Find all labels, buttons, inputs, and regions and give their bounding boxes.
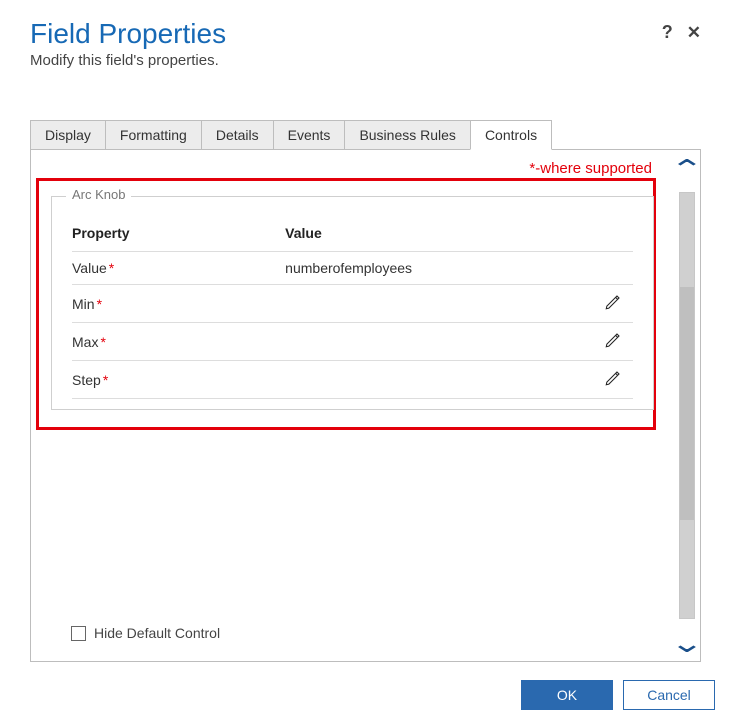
prop-label: Min bbox=[72, 296, 95, 312]
scroll-thumb[interactable] bbox=[680, 287, 694, 521]
title-block: Field Properties Modify this field's pro… bbox=[30, 18, 226, 69]
tab-events[interactable]: Events bbox=[273, 120, 346, 150]
prop-label: Value bbox=[72, 260, 107, 276]
required-marker: * bbox=[109, 260, 114, 276]
prop-label: Step bbox=[72, 372, 101, 388]
scrollbar[interactable]: ⌃ ⌃ bbox=[674, 150, 700, 661]
header-value: Value bbox=[285, 225, 593, 241]
arc-knob-groupbox: Arc Knob Property Value Value* numberofe… bbox=[51, 196, 654, 410]
header-actions: ? ✕ bbox=[662, 18, 701, 43]
edit-step-button[interactable] bbox=[593, 369, 633, 390]
dialog-subtitle: Modify this field's properties. bbox=[30, 52, 226, 69]
scroll-track[interactable] bbox=[679, 192, 695, 619]
hide-default-label: Hide Default Control bbox=[94, 625, 220, 641]
edit-max-button[interactable] bbox=[593, 331, 633, 352]
required-marker: * bbox=[100, 334, 105, 350]
group-label: Arc Knob bbox=[66, 187, 131, 202]
pencil-icon bbox=[604, 369, 622, 390]
prop-name-cell: Min* bbox=[72, 296, 285, 312]
close-icon[interactable]: ✕ bbox=[687, 23, 701, 43]
dialog-footer: OK Cancel bbox=[521, 680, 715, 710]
required-marker: * bbox=[103, 372, 108, 388]
prop-label: Max bbox=[72, 334, 98, 350]
property-table-header: Property Value bbox=[72, 219, 633, 251]
pencil-icon bbox=[604, 331, 622, 352]
scroll-down-icon[interactable]: ⌃ bbox=[670, 629, 705, 655]
table-row: Step* bbox=[72, 360, 633, 399]
tab-display[interactable]: Display bbox=[30, 120, 106, 150]
tab-business-rules[interactable]: Business Rules bbox=[344, 120, 471, 150]
edit-min-button[interactable] bbox=[593, 293, 633, 314]
header-property: Property bbox=[72, 225, 285, 241]
field-properties-dialog: Field Properties Modify this field's pro… bbox=[0, 0, 731, 662]
prop-name-cell: Step* bbox=[72, 372, 285, 388]
dialog-title: Field Properties bbox=[30, 18, 226, 50]
tabs-container: Display Formatting Details Events Busine… bbox=[30, 119, 701, 662]
tab-controls[interactable]: Controls bbox=[470, 120, 552, 150]
tab-formatting[interactable]: Formatting bbox=[105, 120, 202, 150]
arc-knob-group: Arc Knob Property Value Value* numberofe… bbox=[51, 196, 654, 410]
hide-default-control-row: Hide Default Control bbox=[71, 625, 220, 641]
help-icon[interactable]: ? bbox=[662, 22, 673, 43]
content-wrap: *-where supported Arc Knob Property Valu… bbox=[30, 150, 701, 662]
cancel-button[interactable]: Cancel bbox=[623, 680, 715, 710]
where-supported-note: *-where supported bbox=[529, 160, 652, 177]
header-actions-col bbox=[593, 225, 633, 241]
prop-value-cell: numberofemployees bbox=[285, 260, 593, 276]
prop-name-cell: Max* bbox=[72, 334, 285, 350]
content-panel: *-where supported Arc Knob Property Valu… bbox=[31, 150, 674, 661]
table-row: Max* bbox=[72, 322, 633, 360]
required-marker: * bbox=[97, 296, 102, 312]
hide-default-checkbox[interactable] bbox=[71, 626, 86, 641]
tab-details[interactable]: Details bbox=[201, 120, 274, 150]
prop-name-cell: Value* bbox=[72, 260, 285, 276]
table-row: Value* numberofemployees bbox=[72, 251, 633, 284]
pencil-icon bbox=[604, 293, 622, 314]
scroll-up-icon[interactable]: ⌃ bbox=[670, 156, 705, 182]
dialog-header: Field Properties Modify this field's pro… bbox=[30, 18, 701, 69]
table-row: Min* bbox=[72, 284, 633, 322]
tab-bar: Display Formatting Details Events Busine… bbox=[30, 119, 701, 150]
ok-button[interactable]: OK bbox=[521, 680, 613, 710]
